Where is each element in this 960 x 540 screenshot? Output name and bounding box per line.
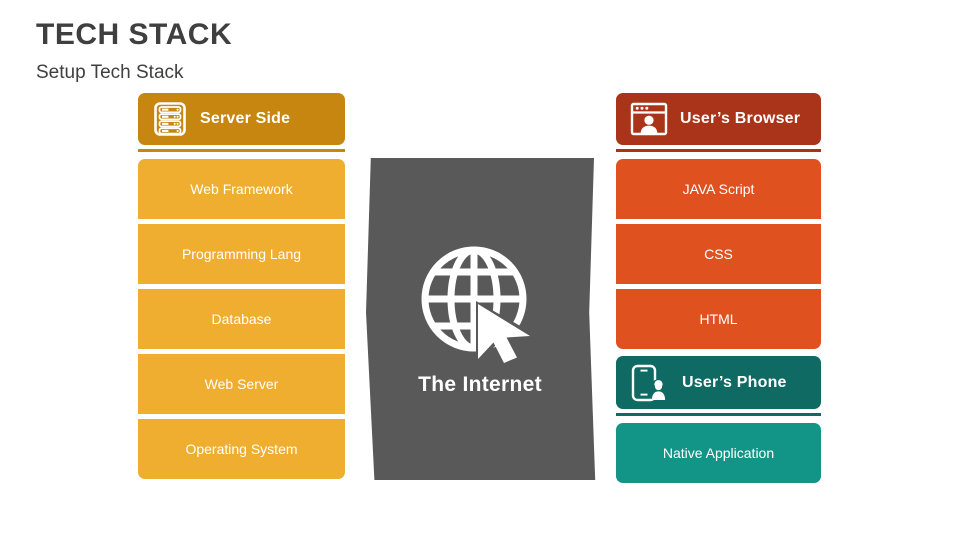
stack-item-programming-lang[interactable]: Programming Lang	[138, 224, 345, 284]
stack-item-label: Native Application	[662, 445, 775, 461]
stack-item-operating-system[interactable]: Operating System	[138, 419, 345, 479]
stack-item-label: HTML	[699, 311, 738, 327]
server-rack-icon	[152, 101, 188, 137]
users-phone-stack: Native Application	[616, 423, 821, 483]
users-phone-header[interactable]: User’s Phone	[616, 356, 821, 409]
stack-item-java-script[interactable]: JAVA Script	[616, 159, 821, 219]
users-browser-header[interactable]: User’s Browser	[616, 93, 821, 145]
globe-cursor-icon	[416, 241, 544, 369]
stack-item-label: Programming Lang	[181, 246, 302, 262]
users-phone-header-underline	[616, 413, 821, 416]
server-side-header-underline	[138, 149, 345, 152]
users-phone-header-label: User’s Phone	[682, 373, 787, 391]
server-side-header[interactable]: Server Side	[138, 93, 345, 145]
page-title: TECH STACK	[36, 18, 233, 51]
stack-item-web-server[interactable]: Web Server	[138, 354, 345, 414]
internet-label: The Internet	[418, 373, 542, 396]
stack-item-label: JAVA Script	[682, 181, 755, 197]
stack-item-label: Web Framework	[190, 181, 293, 197]
users-phone-column: User’s Phone Native Application	[616, 356, 821, 483]
users-browser-header-label: User’s Browser	[680, 110, 801, 127]
users-browser-stack: JAVA Script CSS HTML	[616, 159, 821, 349]
server-side-header-label: Server Side	[200, 110, 291, 127]
users-browser-header-underline	[616, 149, 821, 152]
stack-item-native-application[interactable]: Native Application	[616, 423, 821, 483]
stack-item-html[interactable]: HTML	[616, 289, 821, 349]
stack-item-css[interactable]: CSS	[616, 224, 821, 284]
internet-slab: The Internet	[360, 158, 600, 480]
stack-item-label: Operating System	[185, 441, 298, 457]
server-side-stack: Web Framework Programming Lang Database …	[138, 159, 345, 479]
stack-item-label: Web Server	[204, 376, 279, 392]
stack-item-database[interactable]: Database	[138, 289, 345, 349]
stack-item-label: Database	[211, 311, 272, 327]
server-side-column: Server Side Web Framework Programming La…	[138, 93, 345, 479]
browser-window-user-icon	[630, 102, 668, 136]
users-browser-column: User’s Browser JAVA Script CSS HTML	[616, 93, 821, 349]
smartphone-user-icon	[630, 364, 670, 402]
stack-item-label: CSS	[704, 246, 733, 262]
page-subtitle: Setup Tech Stack	[36, 62, 184, 83]
stack-item-web-framework[interactable]: Web Framework	[138, 159, 345, 219]
